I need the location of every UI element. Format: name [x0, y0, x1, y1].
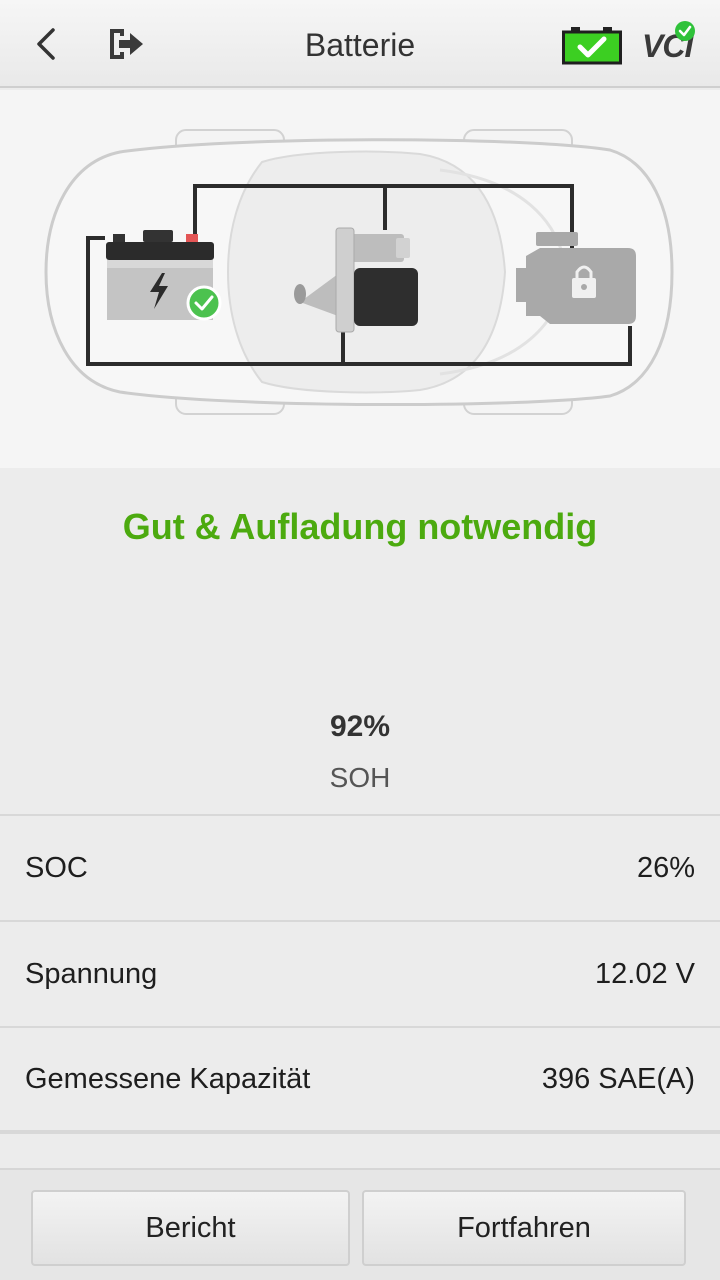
soh-value: 92%: [329, 710, 391, 743]
row-label: Gemessene Kapazität: [25, 1062, 311, 1095]
soh-label: SOH: [329, 762, 391, 793]
health-section: Gut & Aufladung notwendig 92% SOH: [0, 468, 720, 814]
car-illustration: [44, 129, 674, 415]
vehicle-diagram: [0, 90, 720, 468]
row-soc: SOC 26%: [0, 814, 720, 920]
exit-icon: [110, 29, 143, 59]
battery-icon: [106, 230, 222, 321]
report-button[interactable]: Bericht: [31, 1190, 350, 1266]
back-button[interactable]: [20, 18, 72, 70]
row-capacity: Gemessene Kapazität 396 SAE(A): [0, 1026, 720, 1132]
row-value: 396 SAE(A): [541, 1062, 695, 1095]
battery-ok-icon: [562, 27, 622, 70]
vci-connected-icon: [675, 21, 695, 41]
row-value: 12.02 V: [595, 957, 695, 990]
row-label: SOC: [25, 851, 88, 884]
chevron-left-icon: [37, 28, 55, 60]
row-value: 26%: [636, 851, 695, 884]
continue-button[interactable]: Fortfahren: [362, 1190, 686, 1266]
exit-button[interactable]: [100, 18, 152, 70]
list-scroll-remainder[interactable]: [0, 1132, 720, 1168]
row-label: Spannung: [25, 957, 158, 990]
page-title: Batterie: [304, 27, 416, 63]
bottom-bar: Bericht Fortfahren: [0, 1168, 720, 1280]
top-bar: Batterie VCI: [0, 0, 720, 88]
status-text: Gut & Aufladung notwendig: [122, 506, 598, 547]
vci-status[interactable]: VCI: [640, 21, 704, 66]
measurement-list: SOC 26% Spannung 12.02 V Gemessene Kapaz…: [0, 814, 720, 1168]
row-voltage: Spannung 12.02 V: [0, 920, 720, 1026]
